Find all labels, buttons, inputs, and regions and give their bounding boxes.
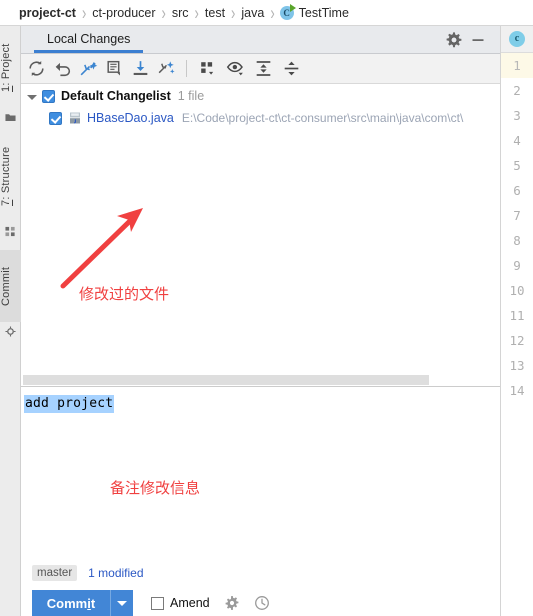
commit-label-after: t: [90, 595, 96, 611]
breadcrumb-item-java[interactable]: java: [240, 6, 265, 20]
commit-message-area[interactable]: add project 备注修改信息: [21, 387, 500, 554]
changelist-row[interactable]: Default Changelist 1 file: [21, 86, 204, 106]
scrollbar-thumb[interactable]: [23, 375, 429, 385]
shelve-silently-icon[interactable]: [78, 58, 99, 79]
amend-checkbox[interactable]: [151, 596, 164, 610]
gear-icon[interactable]: [224, 595, 240, 611]
avatar[interactable]: c: [509, 31, 525, 47]
breadcrumb-separator: ›: [231, 1, 236, 24]
changes-toolbar: [21, 54, 500, 84]
toolbar-separator: [186, 60, 187, 77]
annotation-arrow-icon: [60, 208, 143, 289]
editor-gutter: c 1 2 3 4 5 6 7 8 9 10 11 12 13 14: [500, 26, 533, 616]
collapse-all-icon[interactable]: [281, 58, 302, 79]
changelist-file-count: 1 file: [177, 89, 205, 103]
breadcrumb-item-class[interactable]: TestTime: [298, 6, 350, 20]
commit-button[interactable]: Commit: [32, 590, 110, 616]
line-number: 12: [509, 333, 525, 348]
sidebar-item-structure[interactable]: 7: Structure: [0, 130, 21, 222]
move-to-changelist-icon[interactable]: [156, 58, 177, 79]
line-number: 4: [513, 133, 521, 148]
avatar-cell: c: [501, 26, 533, 53]
commit-icon: [5, 326, 16, 337]
annotation-commit-message: 备注修改信息: [110, 479, 201, 497]
java-file-icon: [70, 112, 80, 124]
line-number: 3: [513, 108, 521, 123]
table-row[interactable]: HBaseDao.java E:\Code\project-ct\ct-cons…: [21, 108, 463, 128]
file-name[interactable]: HBaseDao.java: [87, 111, 174, 125]
breadcrumb-item-project[interactable]: project-ct: [18, 6, 77, 20]
preview-diff-icon[interactable]: [225, 58, 246, 79]
amend-label: Amend: [170, 596, 210, 610]
breadcrumb-item-src[interactable]: src: [171, 6, 190, 20]
tab-local-changes[interactable]: Local Changes: [34, 26, 144, 53]
show-diff-icon[interactable]: [104, 58, 125, 79]
chevron-down-icon[interactable]: [27, 95, 37, 100]
get-from-vcs-icon[interactable]: [130, 58, 151, 79]
line-number: 7: [513, 208, 521, 223]
line-number: 9: [513, 258, 521, 273]
modified-count-link[interactable]: 1 modified: [88, 566, 143, 580]
refresh-icon[interactable]: [26, 58, 47, 79]
file-checkbox[interactable]: [49, 111, 62, 125]
commit-dropdown-button[interactable]: [110, 590, 133, 616]
commit-message-input[interactable]: add project: [24, 395, 115, 413]
breadcrumb-separator: ›: [161, 1, 166, 24]
line-number: 6: [513, 183, 521, 198]
breadcrumb-item-test[interactable]: test: [204, 6, 226, 20]
annotation-modified-file: 修改过的文件: [79, 285, 170, 303]
amend-option[interactable]: Amend: [151, 596, 210, 610]
commit-label-before: Comm: [46, 595, 88, 611]
commit-tab-label: Commit: [0, 266, 12, 306]
line-number: 13: [509, 358, 525, 373]
commit-action-bar: Commit Amend: [21, 590, 500, 616]
project-tab-number: 1: [0, 85, 12, 93]
horizontal-scrollbar[interactable]: [21, 374, 500, 387]
breadcrumb-separator: ›: [270, 1, 275, 24]
line-number: 11: [509, 308, 525, 323]
line-number: 10: [509, 283, 525, 298]
commit-tool-window: Local Changes Default Changelist 1 file …: [21, 26, 500, 616]
sidebar-item-commit[interactable]: Commit: [0, 250, 21, 322]
commit-status-row: master 1 modified: [21, 562, 500, 584]
class-with-run-icon: C: [279, 3, 296, 20]
changelist-checkbox[interactable]: [42, 89, 55, 103]
breadcrumb-separator: ›: [194, 1, 199, 24]
folder-icon: [5, 114, 16, 121]
breadcrumb: project-ct › ct-producer › src › test › …: [0, 0, 533, 26]
line-number: 8: [513, 233, 521, 248]
structure-icon: [5, 226, 15, 237]
expand-all-icon[interactable]: [253, 58, 274, 79]
line-number: 2: [513, 83, 521, 98]
sidebar-item-project[interactable]: 1: Project: [0, 28, 21, 108]
ide-window: project-ct › ct-producer › src › test › …: [0, 0, 533, 616]
group-by-icon[interactable]: [197, 58, 218, 79]
project-tab-label: Project: [0, 43, 12, 80]
line-number: 5: [513, 158, 521, 173]
tool-window-header: Local Changes: [21, 26, 500, 54]
left-tool-strip: 1: Project 7: Structure Commit: [0, 26, 21, 616]
minimize-icon[interactable]: [469, 31, 487, 49]
structure-tab-label: Structure: [0, 146, 12, 193]
structure-tab-number: 7: [0, 199, 12, 206]
rollback-icon[interactable]: [52, 58, 73, 79]
branch-badge[interactable]: master: [32, 565, 78, 581]
changelist-name: Default Changelist: [61, 89, 171, 103]
changes-tree[interactable]: Default Changelist 1 file HBaseDao.java …: [21, 84, 500, 376]
gear-icon[interactable]: [445, 31, 463, 49]
breadcrumb-separator: ›: [81, 1, 87, 24]
breadcrumb-item-module[interactable]: ct-producer: [91, 6, 156, 20]
line-number: 14: [509, 383, 525, 398]
history-icon[interactable]: [254, 595, 270, 611]
line-number: 1: [501, 53, 533, 78]
file-path: E:\Code\project-ct\ct-consumer\src\main\…: [181, 111, 464, 125]
